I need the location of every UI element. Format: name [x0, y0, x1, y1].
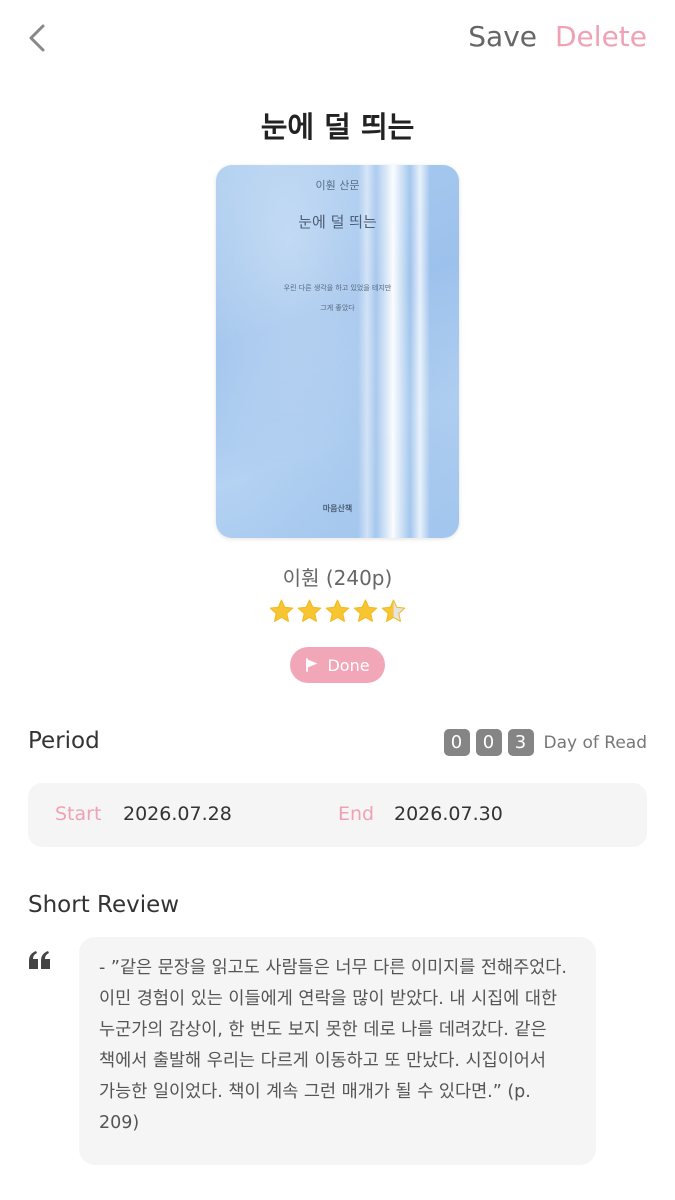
status-label: Done	[327, 655, 370, 675]
review-text: - ”같은 문장을 읽고도 사람들은 너무 다른 이미지를 전해주었다. 이민 …	[99, 958, 567, 1133]
cover-title: 눈에 덜 띄는	[298, 213, 377, 231]
start-label: Start	[55, 803, 102, 825]
start-date[interactable]: 2026.07.28	[123, 803, 232, 825]
day-digit: 3	[507, 729, 534, 756]
top-bar: Save Delete	[0, 0, 675, 80]
cover-author: 이훤 산문	[315, 179, 360, 192]
star-icon[interactable]	[324, 598, 351, 625]
delete-button[interactable]: Delete	[555, 20, 647, 53]
quote-icon	[29, 951, 50, 969]
book-title: 눈에 덜 띄는	[260, 110, 415, 144]
star-icon[interactable]	[268, 598, 295, 625]
end-date[interactable]: 2026.07.30	[394, 803, 503, 825]
end-label: End	[338, 803, 375, 825]
period-heading: Period	[28, 728, 100, 754]
short-review-heading: Short Review	[28, 892, 180, 918]
star-icon[interactable]	[296, 598, 323, 625]
period-box: Start 2026.07.28 End 2026.07.30	[28, 783, 647, 847]
cover-subtitle: 우린 다른 생각을 하고 있었을 테지만	[283, 284, 392, 292]
day-digit: 0	[475, 729, 502, 756]
star-icon[interactable]	[352, 598, 379, 625]
day-of-read-label: Day of Read	[543, 732, 647, 753]
day-digit: 0	[443, 729, 470, 756]
day-counter: 0 0 3 Day of Read	[443, 729, 647, 756]
cover-subtitle: 그게 좋았다	[320, 304, 355, 312]
chevron-left-icon	[29, 24, 45, 52]
status-badge[interactable]: Done	[290, 647, 385, 683]
flag-icon	[306, 658, 318, 672]
cover-publisher: 마음산책	[322, 504, 353, 513]
back-button[interactable]	[22, 20, 52, 56]
star-icon[interactable]	[380, 598, 407, 625]
author-pages: 이훤 (240p)	[282, 566, 393, 590]
star-rating[interactable]	[268, 598, 408, 628]
book-cover: 이훤 산문 눈에 덜 띄는 우린 다른 생각을 하고 있었을 테지만 그게 좋았…	[216, 165, 459, 538]
save-button[interactable]: Save	[468, 20, 537, 53]
review-box[interactable]: - ”같은 문장을 읽고도 사람들은 너무 다른 이미지를 전해주었다. 이민 …	[79, 937, 596, 1165]
